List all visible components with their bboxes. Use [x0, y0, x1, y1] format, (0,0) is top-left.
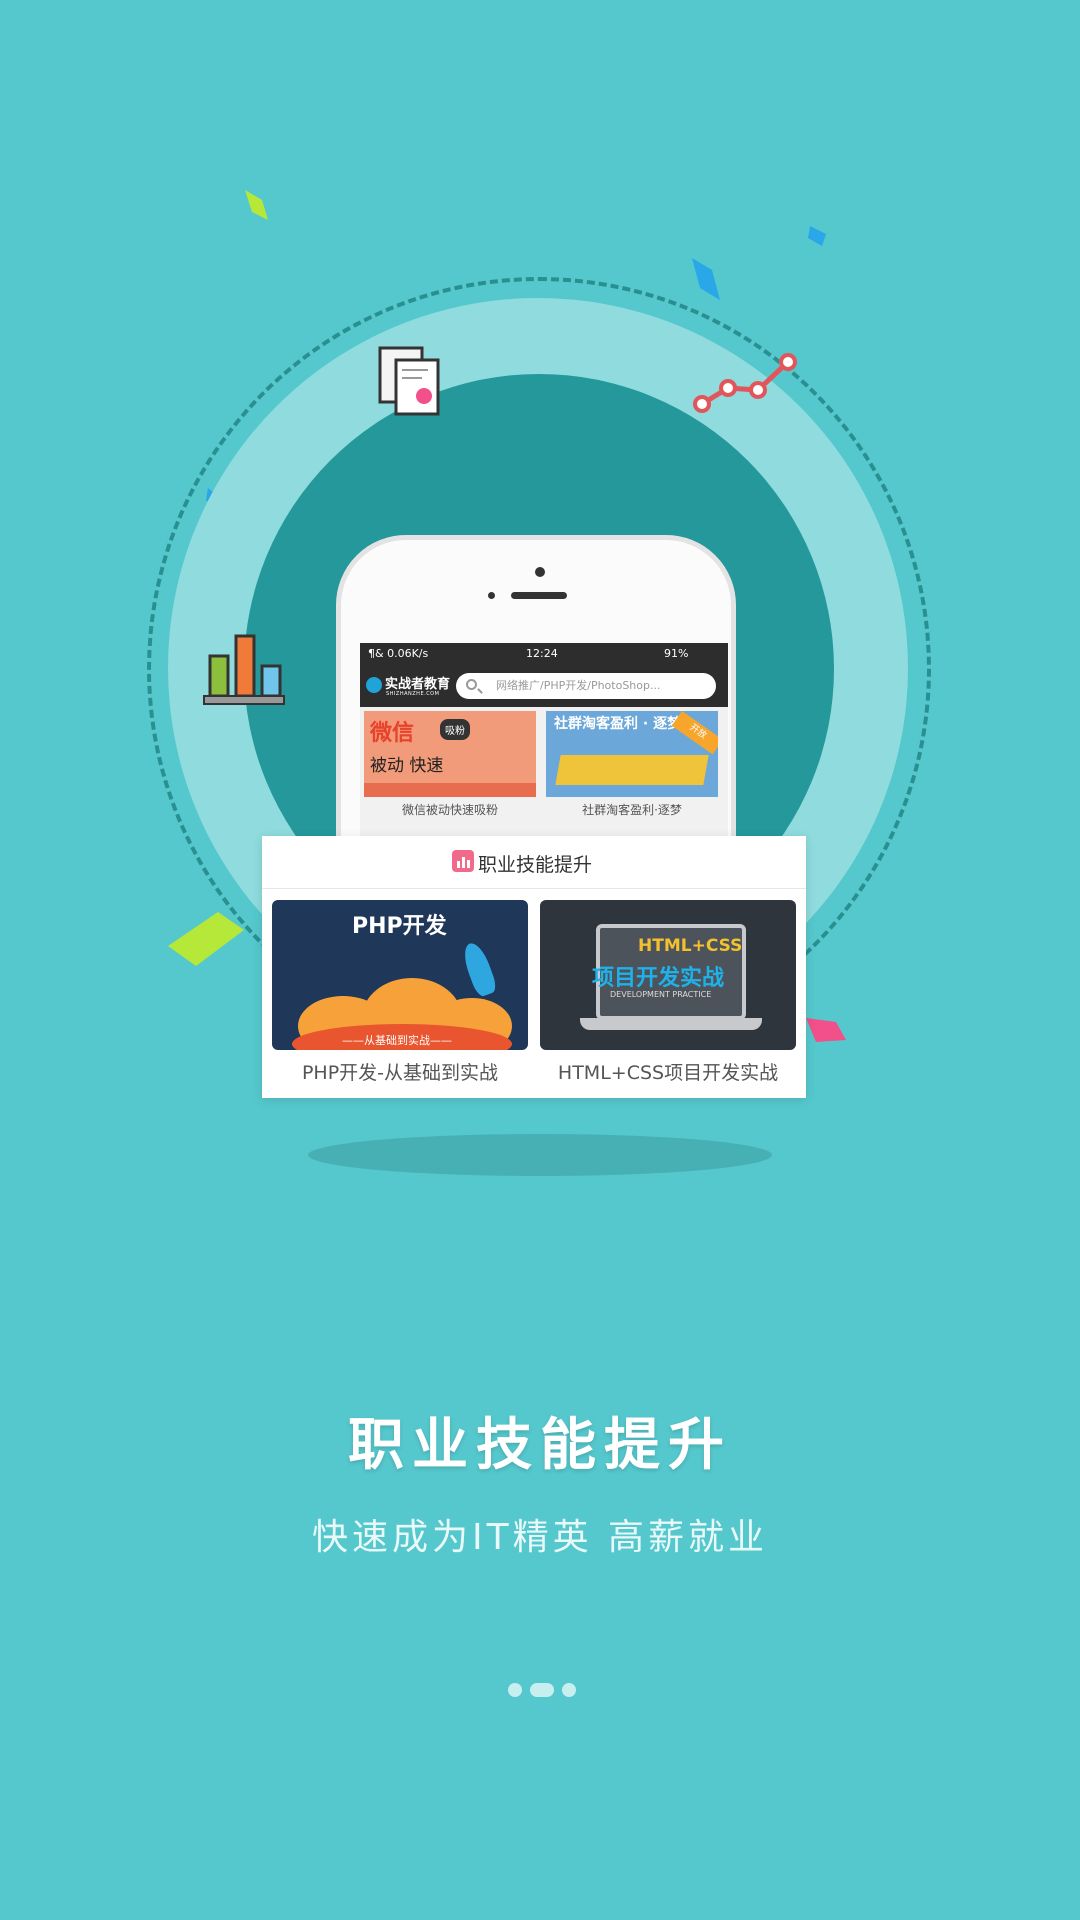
rocket-icon: [459, 939, 499, 999]
course-caption[interactable]: 社群淘客盈利·逐梦: [546, 801, 718, 818]
panel-title: 职业技能提升: [478, 854, 593, 876]
laptop-base: [580, 1018, 762, 1030]
course-thumbnail-php[interactable]: PHP开发 ——从基础到实战——: [272, 900, 528, 1050]
pager-dot-active[interactable]: [530, 1683, 554, 1697]
course-caption[interactable]: 微信被动快速吸粉: [364, 801, 536, 818]
thumb-subtitle: 项目开发实战: [592, 966, 725, 991]
course-thumbnail-html[interactable]: HTML+CSS 项目开发实战 DEVELOPMENT PRACTICE: [540, 900, 796, 1050]
status-bar: ¶& 0.06K/s 12:24 91%: [360, 643, 728, 665]
skills-panel: 职业技能提升 PHP开发 ——从基础到实战—— HTML+CSS 项目开发实战 …: [262, 836, 806, 1098]
thumb-tagline: DEVELOPMENT PRACTICE: [610, 990, 712, 999]
status-network: ¶& 0.06K/s: [368, 647, 429, 660]
confetti-piece: [808, 226, 826, 246]
logo-mark-icon: [366, 676, 382, 693]
speaker-grille: [511, 592, 567, 599]
course-thumbnail[interactable]: 微信 吸粉 被动 快速: [364, 711, 536, 797]
thumb-subtitle: ——从基础到实战——: [342, 1034, 452, 1047]
thumb-title: HTML+CSS: [638, 936, 743, 956]
thumb-board: [555, 755, 709, 785]
thumb-tag: 吸粉: [440, 719, 470, 740]
thumb-title: PHP开发: [352, 914, 447, 939]
page-title: 职业技能提升: [348, 1412, 732, 1478]
search-input[interactable]: 网络推广/PHP开发/PhotoShop...: [456, 673, 716, 699]
confetti-piece: [168, 912, 244, 966]
line-graph-icon: [693, 353, 797, 413]
search-placeholder: 网络推广/PHP开发/PhotoShop...: [496, 679, 661, 692]
logo-text: 实战者教育: [385, 677, 451, 692]
confetti-piece: [806, 1018, 846, 1042]
course-caption[interactable]: HTML+CSS项目开发实战: [540, 1058, 796, 1085]
thumb-title: 微信: [370, 721, 415, 746]
course-caption[interactable]: PHP开发-从基础到实战: [272, 1058, 528, 1085]
thumb-subtitle: 被动 快速: [370, 756, 444, 776]
confetti-piece: [692, 258, 720, 300]
thumb-title: 社群淘客盈利 · 逐梦: [554, 716, 682, 732]
search-icon: [466, 679, 477, 690]
chart-icon: [452, 850, 474, 872]
panel-header: 职业技能提升: [262, 836, 806, 889]
drop-shadow: [308, 1134, 772, 1176]
thumb-strip: [364, 783, 536, 797]
pager-dot[interactable]: [508, 1683, 522, 1697]
course-thumbnail[interactable]: 社群淘客盈利 · 逐梦 开放: [546, 711, 718, 797]
status-battery: 91%: [664, 647, 689, 660]
bar-chart-icon: [203, 634, 285, 705]
pager-dot[interactable]: [562, 1683, 576, 1697]
sensor-dot: [488, 592, 495, 599]
status-time: 12:24: [526, 647, 558, 660]
app-header: 实战者教育 SHIZHANZHE.COM 网络推广/PHP开发/PhotoSho…: [360, 665, 728, 707]
app-logo[interactable]: 实战者教育 SHIZHANZHE.COM: [366, 673, 450, 697]
confetti-piece: [245, 190, 268, 220]
document-icon: [378, 346, 440, 416]
camera-icon: [535, 567, 545, 577]
page-subtitle: 快速成为IT精英 高薪就业: [311, 1517, 769, 1558]
